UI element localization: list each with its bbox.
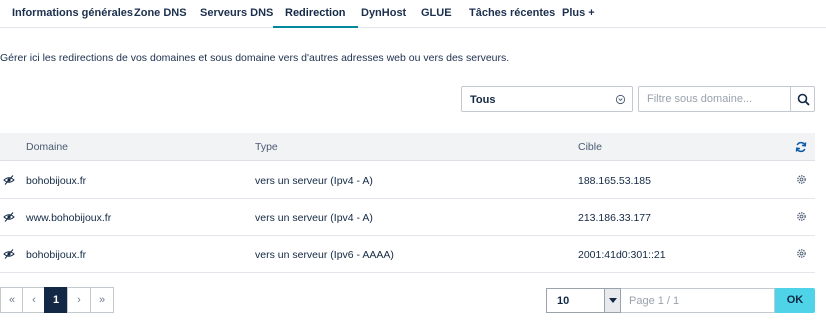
tab-redirection[interactable]: Redirection: [273, 0, 358, 28]
tab-serveurs-dns[interactable]: Serveurs DNS: [188, 0, 285, 28]
tab-glue[interactable]: GLUE: [409, 0, 464, 28]
row-type: vers un serveur (Ipv6 - AAAA): [255, 249, 394, 261]
row-target: 213.186.33.177: [578, 212, 651, 224]
search-icon: [797, 93, 810, 106]
per-page-value: 10: [557, 295, 570, 307]
row-type: vers un serveur (Ipv4 - A): [255, 212, 373, 224]
subdomain-filter-input[interactable]: [639, 87, 791, 111]
gear-icon[interactable]: [796, 174, 807, 185]
ok-button[interactable]: OK: [775, 288, 815, 313]
table-row: bohobijoux.fr vers un serveur (Ipv6 - AA…: [0, 236, 815, 273]
refresh-icon[interactable]: [795, 141, 807, 153]
table-header: Domaine Type Cible: [0, 133, 815, 161]
last-page-button[interactable]: »: [90, 287, 114, 313]
subdomain-filter-field[interactable]: [638, 86, 791, 112]
eye-hidden-icon[interactable]: [3, 248, 15, 260]
first-page-button[interactable]: «: [0, 287, 24, 313]
row-type: vers un serveur (Ipv4 - A): [255, 175, 373, 187]
row-target: 188.165.53.185: [578, 175, 651, 187]
intro-text: Gérer ici les redirections de vos domain…: [0, 52, 510, 64]
prev-page-button[interactable]: ‹: [22, 287, 46, 313]
eye-hidden-icon[interactable]: [3, 211, 15, 223]
per-page-select[interactable]: 10: [546, 288, 621, 313]
type-select-value: Tous: [470, 94, 496, 106]
column-header-cible[interactable]: Cible: [578, 141, 602, 153]
page-1-button[interactable]: 1: [44, 287, 68, 313]
tab-bar: Informations générales Zone DNS Serveurs…: [0, 0, 826, 28]
next-page-button[interactable]: ›: [67, 287, 91, 313]
row-domain: bohobijoux.fr: [26, 249, 87, 261]
tab-plus[interactable]: Plus +: [550, 0, 607, 28]
gear-icon[interactable]: [796, 248, 807, 259]
row-domain: bohobijoux.fr: [26, 175, 87, 187]
eye-hidden-icon[interactable]: [3, 174, 15, 186]
table-row: bohobijoux.fr vers un serveur (Ipv4 - A)…: [0, 162, 815, 199]
search-button[interactable]: [790, 86, 815, 112]
type-select[interactable]: Tous: [461, 86, 633, 112]
column-header-type[interactable]: Type: [255, 141, 278, 153]
page-number-input[interactable]: [621, 289, 774, 312]
table-row: www.bohobijoux.fr vers un serveur (Ipv4 …: [0, 199, 815, 236]
row-target: 2001:41d0:301::21: [578, 249, 666, 261]
dropdown-arrow-icon[interactable]: [604, 289, 620, 312]
tab-dynhost[interactable]: DynHost: [349, 0, 418, 28]
page-number-field[interactable]: [621, 288, 775, 313]
column-header-domaine[interactable]: Domaine: [26, 141, 68, 153]
row-domain: www.bohobijoux.fr: [26, 212, 112, 224]
gear-icon[interactable]: [796, 211, 807, 222]
chevron-down-icon: [615, 94, 626, 105]
